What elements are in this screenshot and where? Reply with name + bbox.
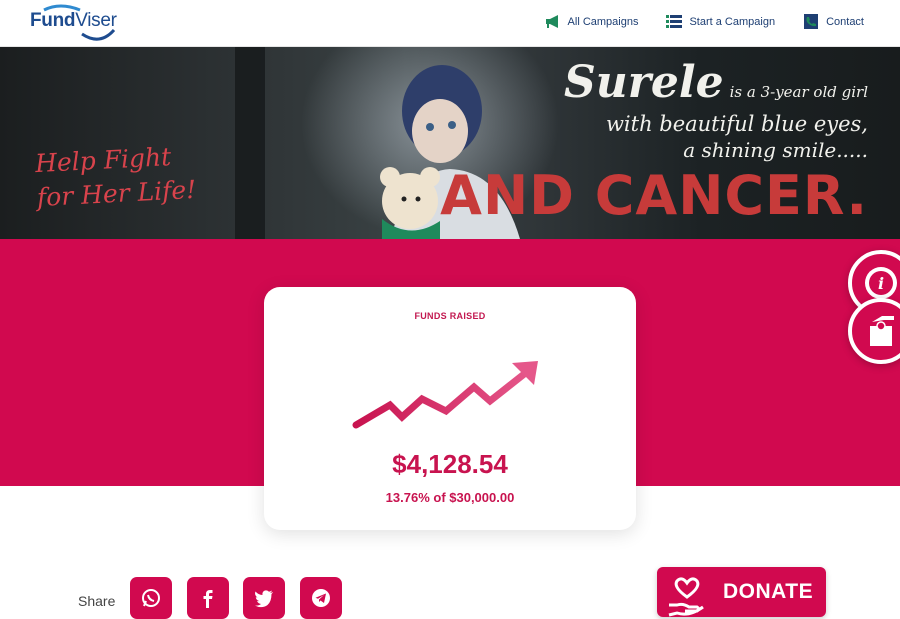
funds-raised-amount: $4,128.54 [392,449,508,479]
hero-line2: with beautiful blue eyes, [605,112,868,136]
hero-line1: is a 3-year old girl [729,83,868,101]
phone-icon [804,14,819,29]
donate-button-label: DONATE [723,580,814,603]
donate-button[interactable]: DONATE [657,567,826,617]
nav-all-campaigns-label: All Campaigns [567,15,639,28]
funds-raised-title: FUNDS RAISED [414,311,486,321]
megaphone-icon [545,15,558,28]
heart-hand-icon [668,577,704,617]
nav-contact[interactable]: Contact [803,14,864,29]
facebook-icon [203,590,213,608]
logo-viser-text: Viser [75,10,117,31]
trend-arrow-icon [352,361,538,429]
twitter-icon [255,590,273,608]
hero-right-text: Surele is a 3-year old girl with beautifu… [440,57,868,226]
telegram-icon [312,589,330,607]
nav-all-campaigns[interactable]: All Campaigns [545,14,639,29]
hero-banner: Help Fight for Her Life! Surele is a 3-ye… [0,47,900,239]
hero-left-slogan: Help Fight for Her Life! [34,139,197,215]
hero-line3: a shining smile..... [683,138,868,162]
site-header: FundViser All Campaigns Start a Campaign [0,0,900,47]
nav-start-campaign-label: Start a Campaign [689,15,776,28]
svg-text:i: i [878,274,884,293]
donation-box-icon [870,316,894,346]
hero-child-name: Surele [563,57,724,108]
nav-contact-label: Contact [826,15,864,28]
quick-donate-button[interactable] [848,298,900,364]
fundviser-logo[interactable]: FundViser [30,4,120,44]
share-label: Share [78,593,116,609]
hero-line4: AND CANCER. [440,164,868,227]
main-nav: All Campaigns Start a Campaign Contact [545,14,864,29]
hero-left-line2: for Her Life! [36,174,197,213]
whatsapp-icon [142,589,160,607]
funds-raised-card: FUNDS RAISED $4,128.54 13.76% of $30,000… [264,287,636,530]
funds-progress-text: 13.76% of $30,000.00 [385,490,515,505]
nav-start-campaign[interactable]: Start a Campaign [666,14,775,29]
list-icon [666,15,683,28]
logo-fund-text: Fund [30,10,76,31]
